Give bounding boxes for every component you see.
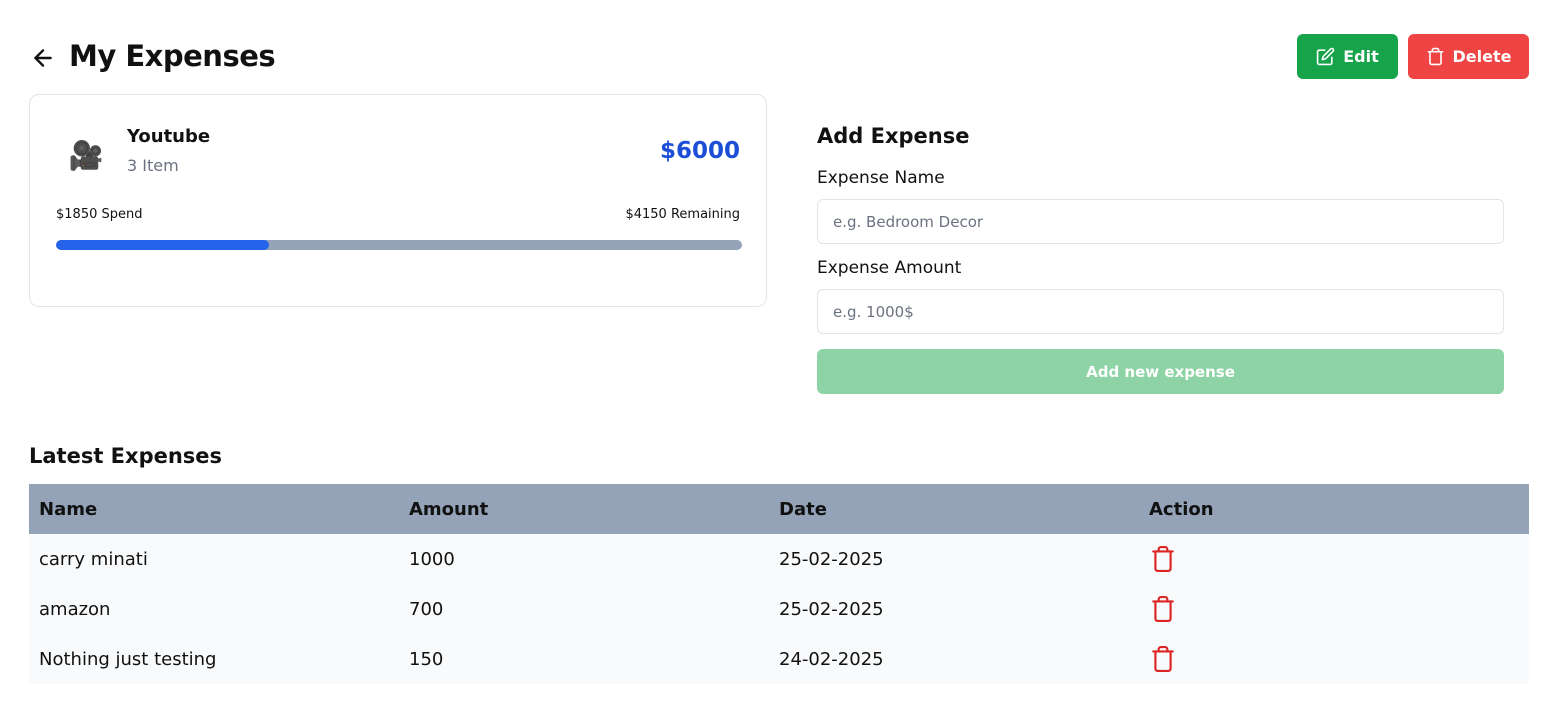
budget-item-count: 3 Item bbox=[127, 156, 179, 175]
delete-expense-button[interactable] bbox=[1149, 643, 1177, 675]
edit-button-label: Edit bbox=[1343, 47, 1379, 66]
expense-action-cell bbox=[1139, 634, 1529, 684]
expense-name-input[interactable] bbox=[817, 199, 1504, 244]
edit-icon bbox=[1317, 47, 1335, 66]
delete-expense-button[interactable] bbox=[1149, 543, 1177, 575]
add-new-expense-button[interactable]: Add new expense bbox=[817, 349, 1504, 394]
expenses-table: Name Amount Date Action carry minati 100… bbox=[29, 484, 1529, 684]
table-row: Nothing just testing 150 24-02-2025 bbox=[29, 634, 1529, 684]
budget-card: 🎥 Youtube 3 Item $6000 $1850 Spend $4150… bbox=[29, 94, 767, 307]
video-camera-icon: 🎥 bbox=[68, 138, 104, 172]
column-header-action: Action bbox=[1139, 484, 1529, 534]
delete-button-label: Delete bbox=[1452, 47, 1512, 66]
column-header-amount: Amount bbox=[399, 484, 769, 534]
expense-date-cell: 25-02-2025 bbox=[769, 534, 1139, 584]
expense-date-cell: 24-02-2025 bbox=[769, 634, 1139, 684]
arrow-left-icon bbox=[34, 49, 52, 67]
column-header-date: Date bbox=[769, 484, 1139, 534]
expense-amount-cell: 700 bbox=[399, 584, 769, 634]
column-header-name: Name bbox=[29, 484, 399, 534]
expense-name-label: Expense Name bbox=[817, 168, 945, 188]
expense-name-cell: carry minati bbox=[29, 534, 399, 584]
trash-icon bbox=[1152, 595, 1174, 622]
expense-amount-cell: 150 bbox=[399, 634, 769, 684]
edit-button[interactable]: Edit bbox=[1297, 34, 1398, 79]
latest-expenses-title: Latest Expenses bbox=[29, 444, 223, 468]
table-header-row: Name Amount Date Action bbox=[29, 484, 1529, 534]
expense-name-cell: amazon bbox=[29, 584, 399, 634]
expense-amount-input[interactable] bbox=[817, 289, 1504, 334]
expense-amount-cell: 1000 bbox=[399, 534, 769, 584]
budget-progress-bar bbox=[56, 240, 742, 250]
budget-name: Youtube bbox=[127, 126, 211, 147]
trash-icon bbox=[1152, 545, 1174, 572]
expense-action-cell bbox=[1139, 534, 1529, 584]
expense-amount-label: Expense Amount bbox=[817, 258, 962, 278]
page-title: My Expenses bbox=[69, 39, 276, 73]
spend-label: $1850 Spend bbox=[56, 207, 143, 222]
table-row: carry minati 1000 25-02-2025 bbox=[29, 534, 1529, 584]
table-row: amazon 700 25-02-2025 bbox=[29, 584, 1529, 634]
budget-progress-fill bbox=[56, 240, 269, 250]
expense-date-cell: 25-02-2025 bbox=[769, 584, 1139, 634]
page-header: My Expenses Edit Delete bbox=[29, 34, 1529, 80]
delete-button[interactable]: Delete bbox=[1408, 34, 1529, 79]
remaining-label: $4150 Remaining bbox=[625, 207, 740, 222]
delete-expense-button[interactable] bbox=[1149, 593, 1177, 625]
trash-icon bbox=[1427, 47, 1443, 66]
expense-name-cell: Nothing just testing bbox=[29, 634, 399, 684]
add-expense-title: Add Expense bbox=[817, 124, 970, 148]
trash-icon bbox=[1152, 645, 1174, 672]
expense-action-cell bbox=[1139, 584, 1529, 634]
back-button[interactable] bbox=[29, 44, 57, 72]
budget-total: $6000 bbox=[659, 138, 740, 164]
